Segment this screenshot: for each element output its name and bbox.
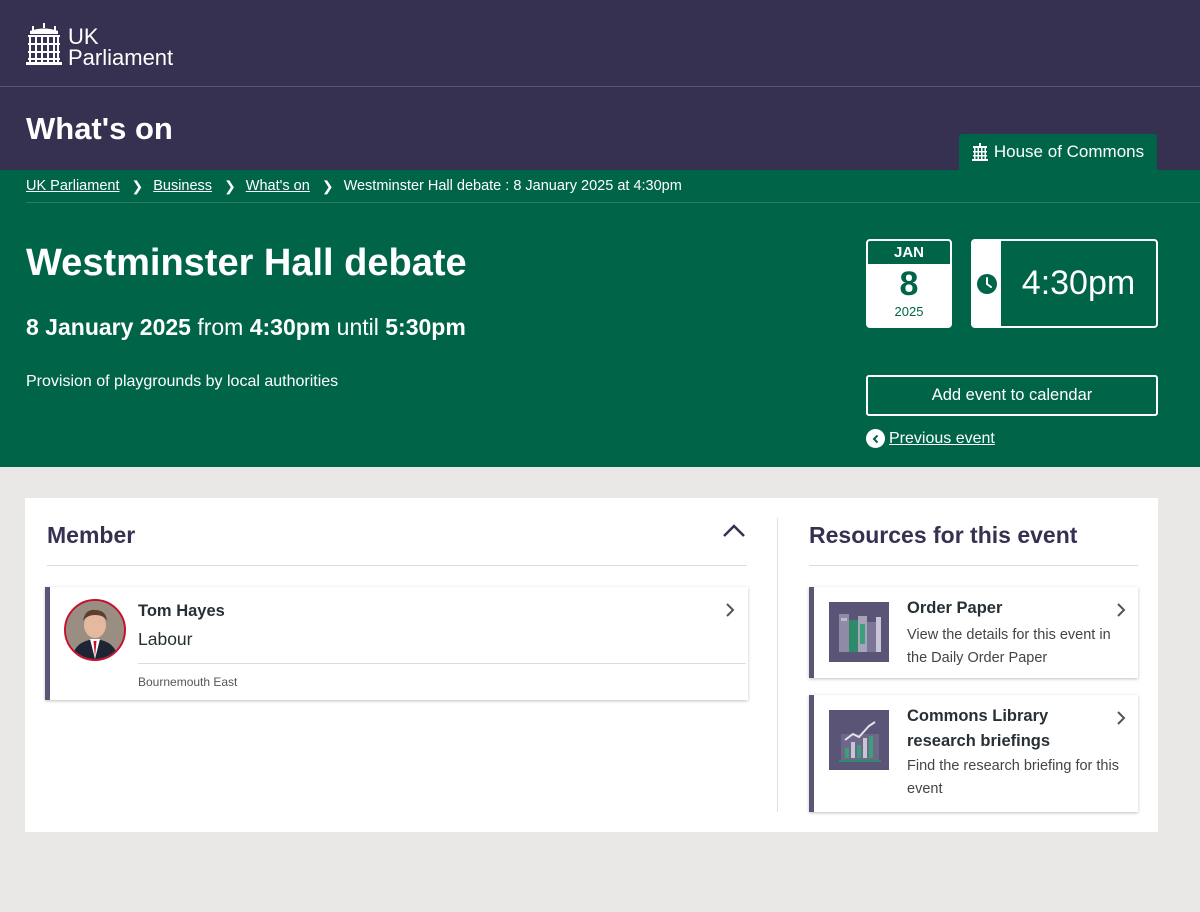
resource-title: Order Paper (907, 599, 1003, 617)
calendar-date-box: JAN 8 2025 (866, 239, 952, 328)
member-avatar (64, 599, 126, 661)
divider (47, 565, 747, 566)
logo-line-2: Parliament (68, 45, 174, 70)
chevron-right-icon: ❯ (321, 177, 334, 194)
calendar-month: JAN (868, 241, 950, 264)
breadcrumb-current: Westminster Hall debate : 8 January 2025… (343, 178, 682, 194)
calendar-year: 2025 (894, 304, 924, 319)
event-date: 8 January 2025 (26, 314, 191, 340)
chevron-right-icon (726, 603, 735, 617)
event-time: 4:30pm (1021, 264, 1136, 302)
clock-icon (977, 273, 997, 294)
breadcrumb: UK Parliament ❯ Business ❯ What's on ❯ W… (26, 170, 1200, 203)
chevron-left-icon (866, 429, 885, 448)
chevron-right-icon: ❯ (131, 177, 144, 194)
page-title-bar: What's on House of Commons (0, 87, 1200, 170)
logo-line-1: UK (68, 24, 99, 49)
chevron-up-icon[interactable] (722, 523, 746, 539)
chevron-right-icon: ❯ (224, 177, 236, 194)
member-constituency: Bournemouth East (138, 675, 238, 689)
house-of-commons-tab[interactable]: House of Commons (959, 134, 1157, 170)
event-title: Westminster Hall debate (26, 242, 467, 284)
divider (809, 565, 1138, 566)
resource-card-order-paper[interactable]: Order Paper View the details for this ev… (809, 587, 1138, 678)
house-tab-label: House of Commons (993, 142, 1145, 161)
event-date-line: 8 January 2025 from 4:30pm until 5:30pm (26, 314, 466, 341)
uk-parliament-logo[interactable]: UK Parliament (26, 23, 174, 70)
resources-heading: Resources for this event (809, 522, 1078, 548)
resource-description: Find the research briefing for this even… (907, 758, 1119, 797)
breadcrumb-link-whats-on[interactable]: What's on (246, 178, 310, 194)
event-end-time: 5:30pm (385, 314, 466, 340)
event-hero: UK Parliament ❯ Business ❯ What's on ❯ W… (0, 170, 1200, 467)
calendar-day: 8 (899, 265, 919, 303)
member-party: Labour (138, 629, 193, 649)
previous-event-link[interactable]: Previous event (866, 429, 995, 448)
member-name: Tom Hayes (138, 602, 225, 620)
research-briefing-icon (829, 710, 889, 770)
event-from-word: from (197, 314, 244, 340)
site-header: UK Parliament (0, 0, 1200, 87)
event-until-word: until (336, 314, 379, 340)
time-icon-cell (973, 241, 1001, 326)
previous-event-label: Previous event (889, 429, 995, 447)
breadcrumb-link-business[interactable]: Business (153, 178, 212, 194)
divider (138, 663, 746, 664)
portcullis-icon (971, 143, 988, 161)
add-to-calendar-button[interactable]: Add event to calendar (866, 375, 1158, 416)
member-card[interactable]: Tom Hayes Labour Bournemouth East (45, 587, 748, 700)
event-time-box: 4:30pm (971, 239, 1158, 328)
member-heading: Member (47, 522, 136, 548)
column-divider (777, 518, 778, 812)
resource-description: View the details for this event in the D… (907, 627, 1111, 666)
event-description: Provision of playgrounds by local author… (26, 373, 339, 390)
logo-text: UK Parliament (68, 24, 174, 70)
chevron-right-icon (1117, 711, 1126, 725)
resource-card-research-briefings[interactable]: Commons Library research briefings Find … (809, 695, 1138, 812)
resource-title: Commons Library research briefings (907, 707, 1051, 750)
order-paper-icon (829, 602, 889, 662)
page-title: What's on (26, 111, 173, 146)
breadcrumb-link-uk-parliament[interactable]: UK Parliament (26, 178, 119, 194)
portcullis-icon (26, 23, 62, 65)
event-start-time: 4:30pm (249, 314, 331, 340)
chevron-right-icon (1117, 603, 1126, 617)
event-details-card: Member Tom Hayes Labour Bournemouth East… (25, 498, 1158, 832)
